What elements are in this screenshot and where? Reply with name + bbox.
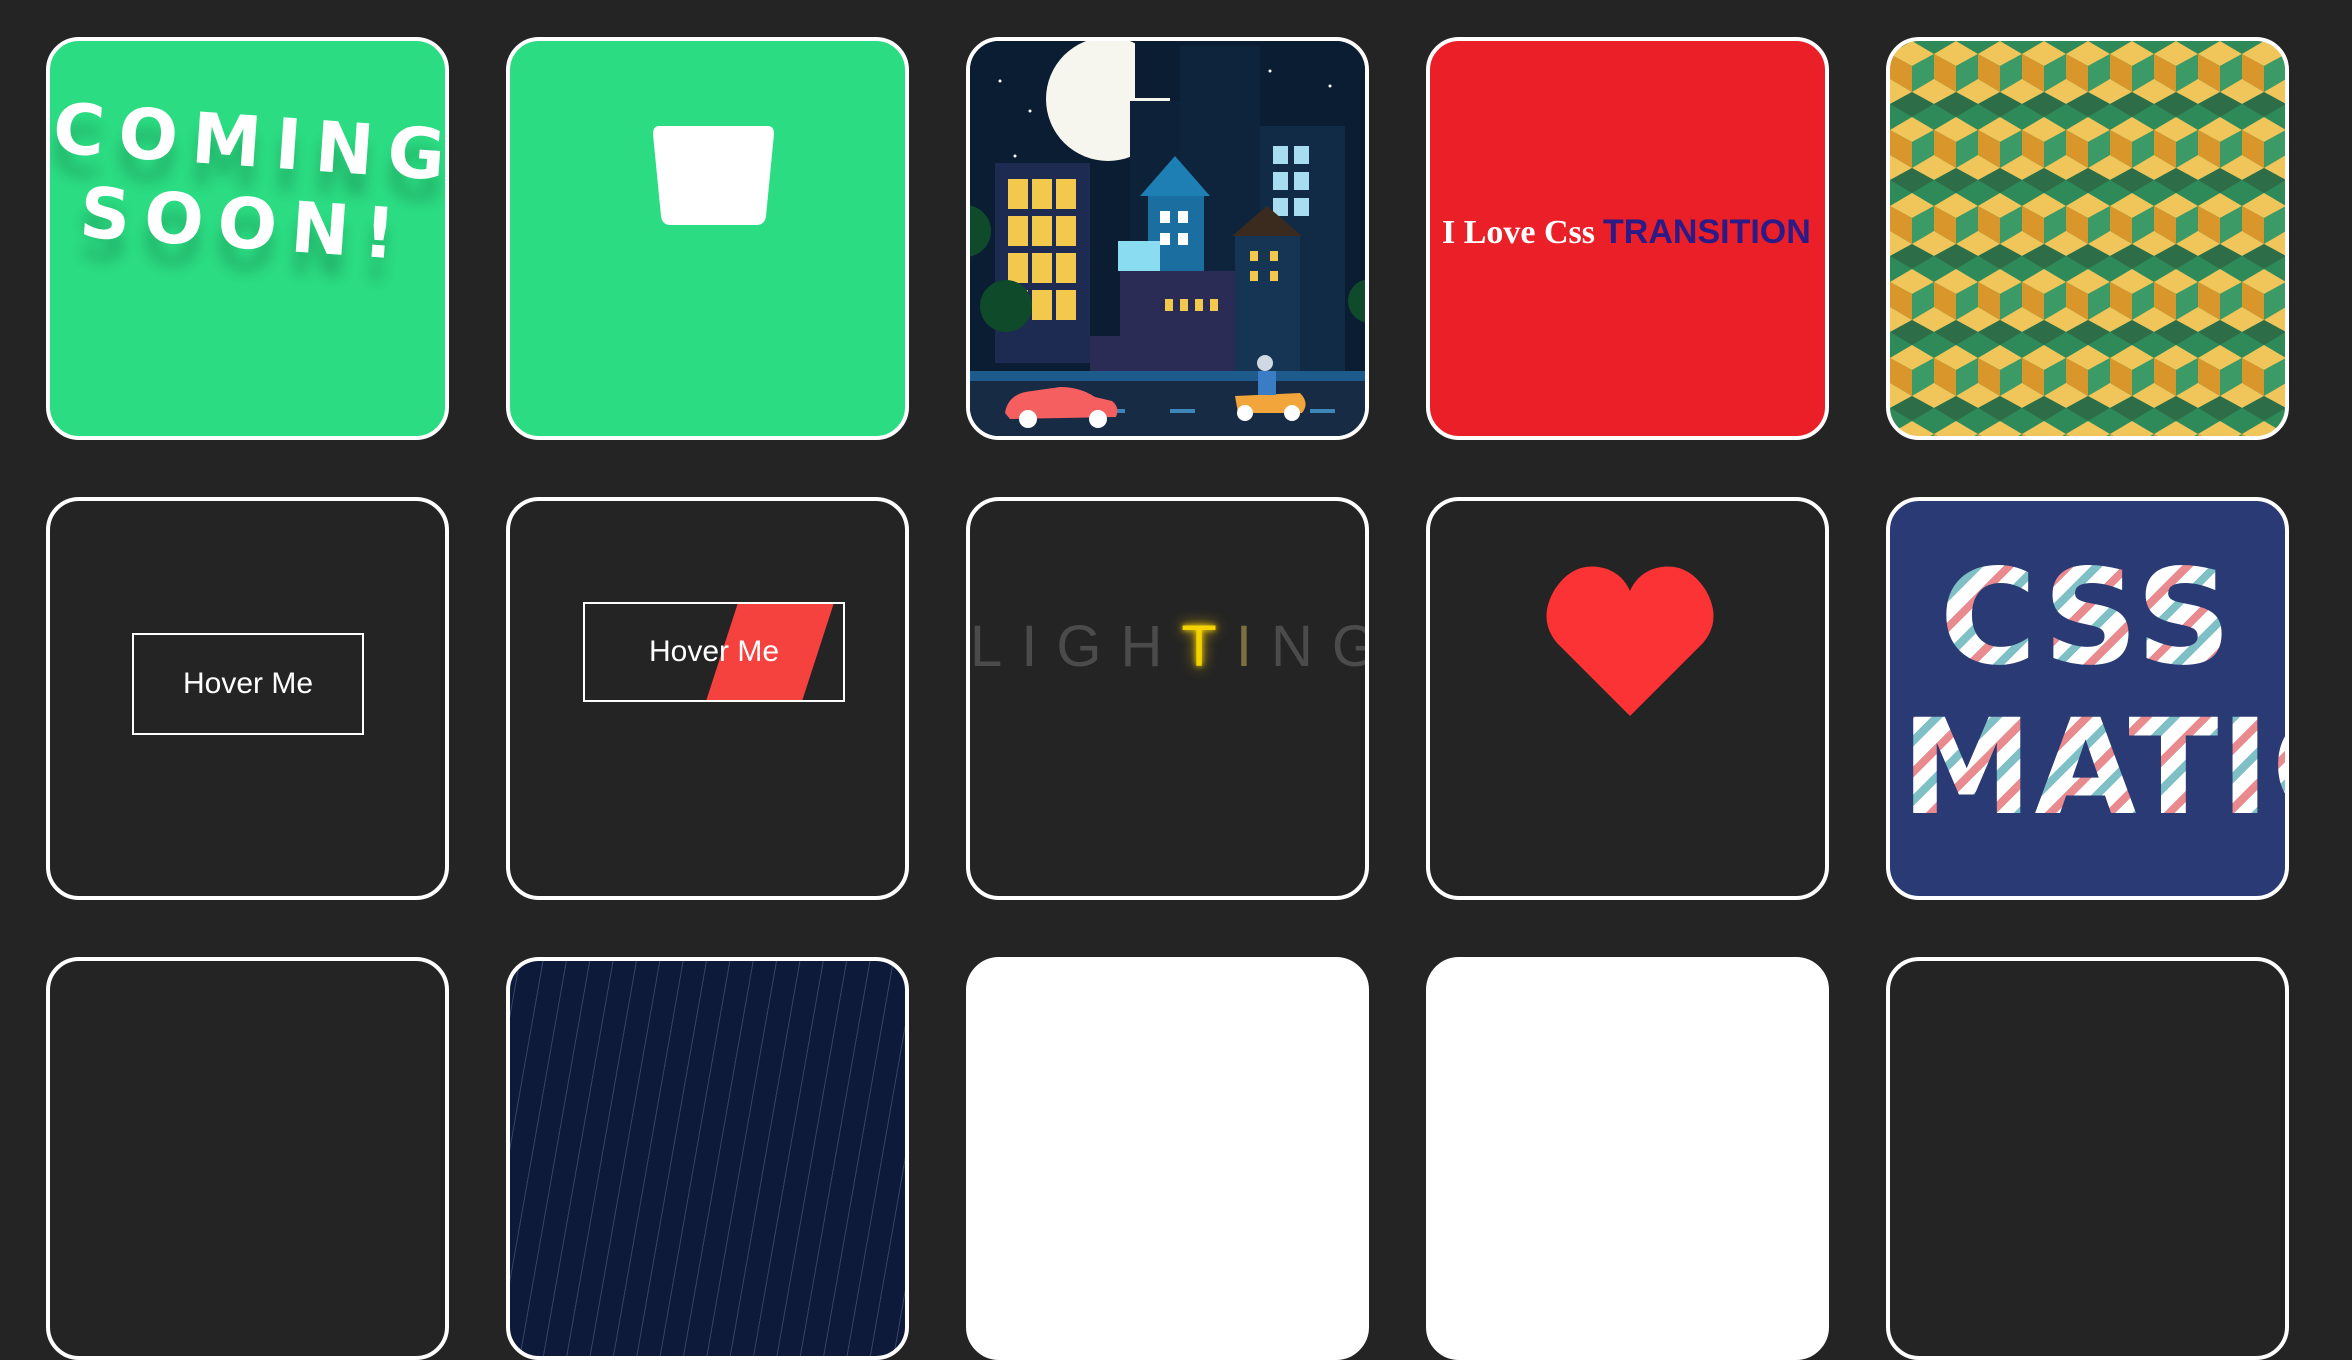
card-heart[interactable] <box>1426 497 1829 900</box>
card-row3-3[interactable] <box>966 957 1369 1360</box>
card-row3-1[interactable] <box>46 957 449 1360</box>
card-hover-box[interactable]: Hover Me <box>46 497 449 900</box>
coming-soon-text: COMING SOON! <box>50 87 449 277</box>
card-coming-soon[interactable]: COMING SOON! <box>46 37 449 440</box>
heart-icon <box>1546 566 1714 716</box>
cup-icon <box>653 126 774 225</box>
card-night-city[interactable] <box>966 37 1369 440</box>
card-css-animation[interactable]: CSS IMATIO <box>1886 497 2289 900</box>
css-animation-line1: CSS <box>1890 541 2285 695</box>
card-love-transition[interactable]: I Love Css TRANSITION <box>1426 37 1829 440</box>
hover-me-slash-button[interactable]: Hover Me <box>583 602 845 702</box>
card-cup[interactable] <box>506 37 909 440</box>
card-cube-pattern[interactable] <box>1886 37 2289 440</box>
lighting-text: LIGHTING <box>970 614 1365 679</box>
card-row3-5[interactable] <box>1886 957 2289 1360</box>
card-hover-slash[interactable]: Hover Me <box>506 497 909 900</box>
card-row3-4[interactable] <box>1426 957 1829 1360</box>
css-animation-line2: IMATIO <box>1890 691 2285 845</box>
cube-pattern <box>1890 41 2285 436</box>
card-lighting[interactable]: LIGHTING <box>966 497 1369 900</box>
card-rain[interactable] <box>506 957 909 1360</box>
love-transition-text: I Love Css TRANSITION <box>1442 213 1811 251</box>
night-city-illustration <box>970 41 1365 436</box>
hover-me-button[interactable]: Hover Me <box>132 633 364 735</box>
